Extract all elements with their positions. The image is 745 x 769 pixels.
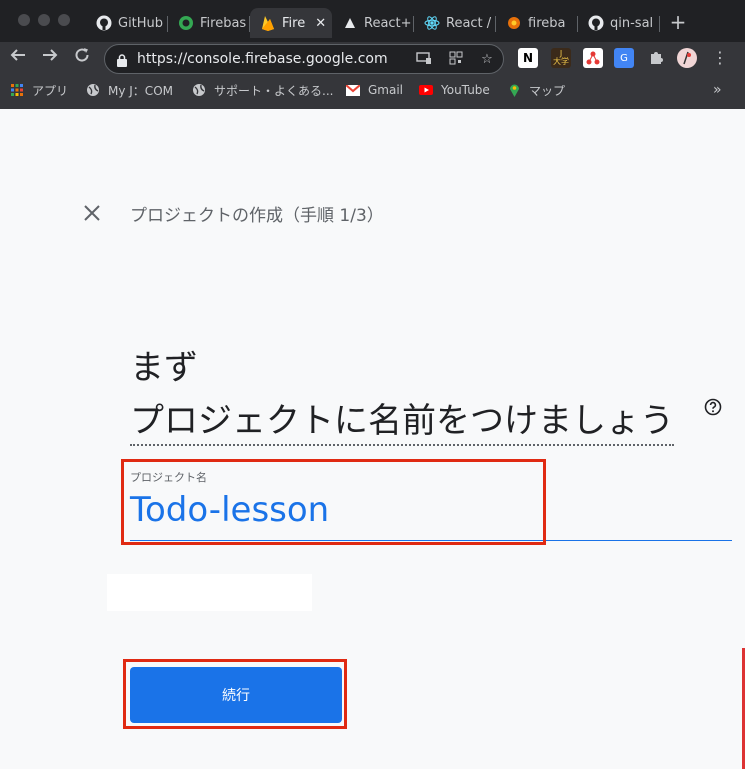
new-tab-button[interactable]: + <box>668 10 688 34</box>
tab-firebase-2[interactable]: fireba <box>496 8 578 38</box>
lock-icon <box>117 52 127 67</box>
browser-menu-button[interactable]: ⋮ <box>708 46 732 70</box>
tab-react-plus[interactable]: React+ <box>332 8 414 38</box>
notion-icon[interactable]: N <box>518 48 538 68</box>
react-icon <box>424 15 440 31</box>
close-icon[interactable] <box>83 204 101 222</box>
apps-grid-icon <box>10 83 24 97</box>
browser-chrome: GitHub Firebas Fire ✕ React+ React / fir… <box>0 0 745 109</box>
profile-avatar-icon[interactable] <box>677 48 697 68</box>
help-icon[interactable] <box>704 398 722 416</box>
gmail-icon <box>346 83 360 97</box>
address-bar[interactable]: https://console.firebase.google.com ☆ <box>104 44 504 74</box>
back-button[interactable] <box>6 46 30 70</box>
heading-line-1: まず <box>130 348 198 388</box>
bookmarks-overflow-button[interactable]: » <box>713 82 722 98</box>
vercel-icon <box>342 15 358 31</box>
tab-react[interactable]: React / <box>414 8 496 38</box>
bookmark-maps[interactable]: マップ <box>507 82 565 98</box>
address-url[interactable]: https://console.firebase.google.com <box>137 51 388 67</box>
globe-icon <box>86 83 100 97</box>
reload-button[interactable] <box>70 46 94 70</box>
bookmark-star-icon[interactable]: ☆ <box>478 51 496 69</box>
highlight-frame-button <box>123 659 347 729</box>
bookmark-support[interactable]: サポート・よくある... <box>192 82 333 98</box>
bookmark-youtube[interactable]: YouTube <box>419 82 490 98</box>
bookmark-apps[interactable]: アプリ <box>10 82 68 98</box>
tab-close-icon[interactable]: ✕ <box>315 16 326 31</box>
github-icon <box>96 15 112 31</box>
qr-code-icon[interactable] <box>447 51 465 69</box>
tab-github[interactable]: GitHub <box>86 8 168 38</box>
highlight-frame-input <box>121 459 546 545</box>
tab-strip: GitHub Firebas Fire ✕ React+ React / fir… <box>0 0 745 42</box>
maps-icon <box>507 83 521 97</box>
google-translate-icon[interactable]: G <box>614 48 634 68</box>
extensions-puzzle-icon[interactable] <box>646 48 666 68</box>
github-icon <box>588 15 604 31</box>
tab-firebase-active[interactable]: Fire ✕ <box>250 8 332 38</box>
cast-icon[interactable] <box>415 51 433 69</box>
bookmark-myjcom[interactable]: My J：COM <box>86 82 173 98</box>
window-minimize-dot[interactable] <box>38 14 50 26</box>
extension-network-icon[interactable] <box>583 48 603 68</box>
firebase-flame-icon <box>260 15 276 31</box>
blank-panel <box>107 574 312 611</box>
tab-qin-salon[interactable]: qin-sal <box>578 8 660 38</box>
window-zoom-dot[interactable] <box>58 14 70 26</box>
firebase-orange-icon <box>506 15 522 31</box>
forward-button[interactable] <box>38 46 62 70</box>
youtube-icon <box>419 83 433 97</box>
heading-line-2: プロジェクトに名前をつけましょう <box>130 393 674 446</box>
tab-firebase-1[interactable]: Firebas <box>168 8 250 38</box>
globe-icon <box>192 83 206 97</box>
page-title: プロジェクトの作成（手順 1/3） <box>130 206 384 226</box>
window-close-dot[interactable] <box>18 14 30 26</box>
firebase-green-icon <box>178 15 194 31</box>
bookmark-gmail[interactable]: Gmail <box>346 82 403 98</box>
extension-j-icon[interactable]: J 大学 <box>551 48 571 68</box>
